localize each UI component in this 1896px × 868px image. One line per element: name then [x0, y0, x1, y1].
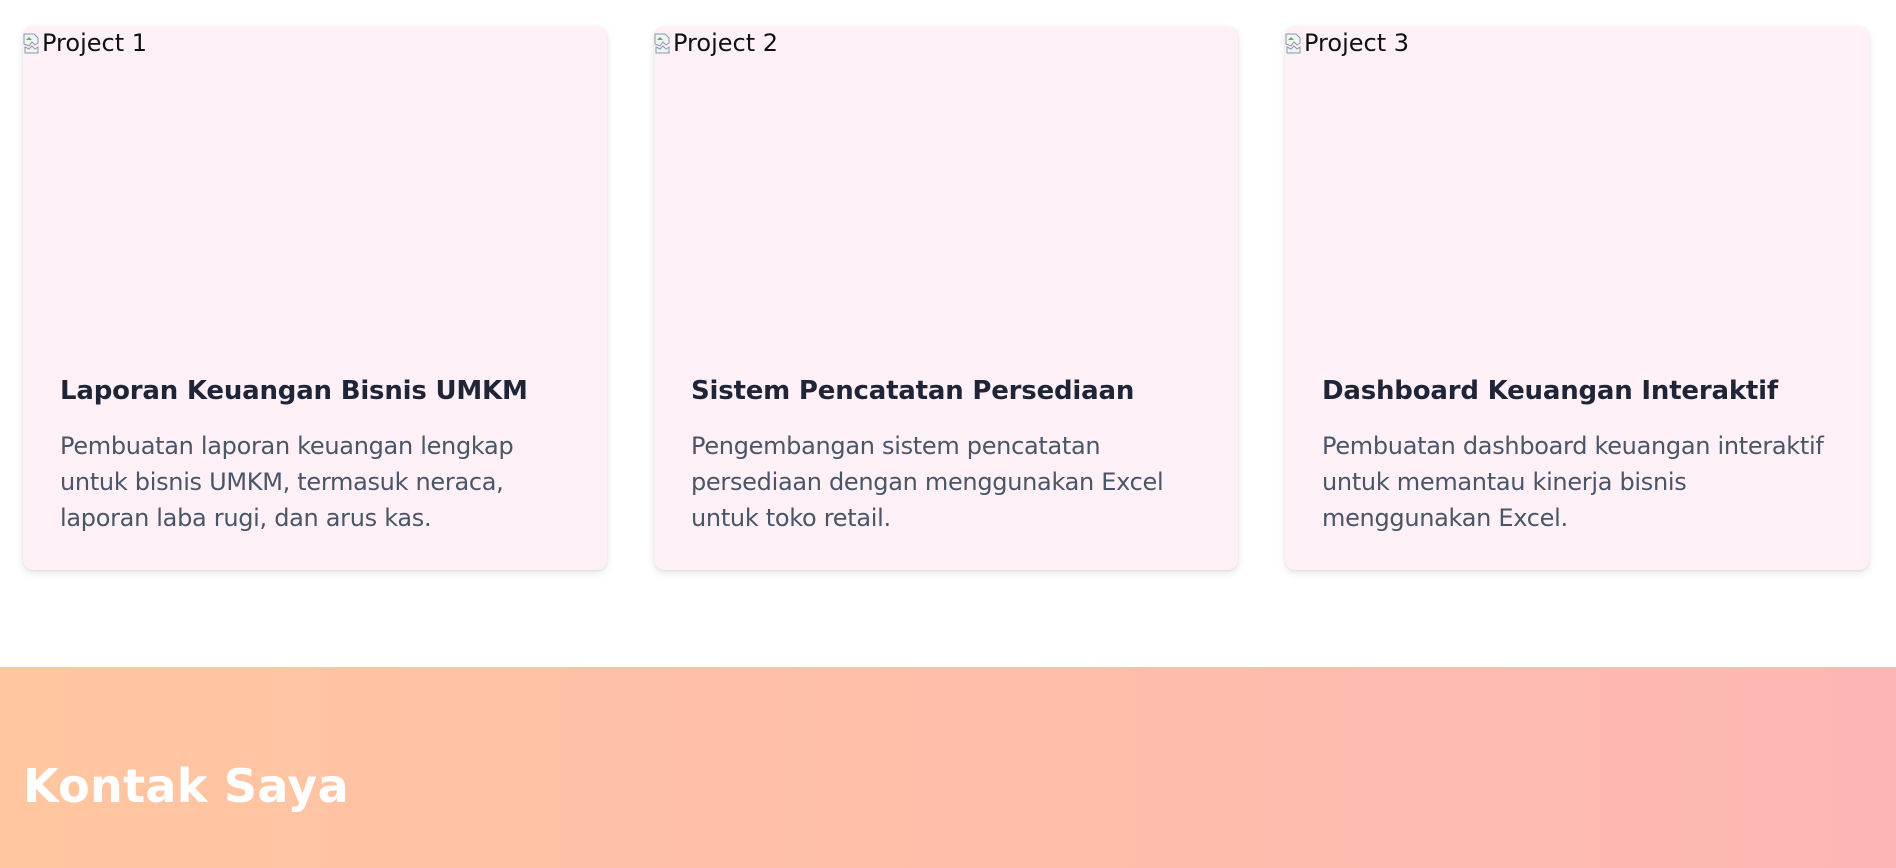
- project-card-2[interactable]: Project 2 Sistem Pencatatan Persediaan P…: [654, 26, 1238, 570]
- project-image-3: Project 3: [1285, 26, 1869, 326]
- project-description: Pengembangan sistem pencatatan persediaa…: [691, 432, 1164, 532]
- project-image-alt: Project 1: [42, 29, 148, 57]
- broken-image-icon: [1285, 32, 1303, 54]
- project-card-3[interactable]: Project 3 Dashboard Keuangan Interaktif …: [1285, 26, 1869, 570]
- broken-image-icon: [23, 32, 41, 54]
- broken-image-placeholder: Project 2: [654, 26, 778, 60]
- project-image-alt: Project 3: [1304, 29, 1410, 57]
- project-card-1[interactable]: Project 1 Laporan Keuangan Bisnis UMKM P…: [23, 26, 607, 570]
- project-card-body: Laporan Keuangan Bisnis UMKM Pembuatan l…: [23, 376, 607, 536]
- project-card-body: Dashboard Keuangan Interaktif Pembuatan …: [1285, 376, 1869, 536]
- project-title: Dashboard Keuangan Interaktif: [1322, 376, 1778, 406]
- contact-title: Kontak Saya: [23, 759, 349, 813]
- project-description: Pembuatan laporan keuangan lengkap untuk…: [60, 432, 514, 532]
- projects-grid: Project 1 Laporan Keuangan Bisnis UMKM P…: [23, 26, 1873, 570]
- contact-section: Kontak Saya: [0, 667, 1896, 868]
- broken-image-placeholder: Project 1: [23, 26, 147, 60]
- broken-image-icon: [654, 32, 672, 54]
- portfolio-page: Project 1 Laporan Keuangan Bisnis UMKM P…: [0, 0, 1896, 868]
- project-description: Pembuatan dashboard keuangan interaktif …: [1322, 432, 1824, 532]
- broken-image-placeholder: Project 3: [1285, 26, 1409, 60]
- project-card-body: Sistem Pencatatan Persediaan Pengembanga…: [654, 376, 1238, 536]
- project-image-alt: Project 2: [673, 29, 779, 57]
- project-title: Laporan Keuangan Bisnis UMKM: [60, 376, 528, 406]
- project-title: Sistem Pencatatan Persediaan: [691, 376, 1135, 406]
- project-image-2: Project 2: [654, 26, 1238, 326]
- project-image-1: Project 1: [23, 26, 607, 326]
